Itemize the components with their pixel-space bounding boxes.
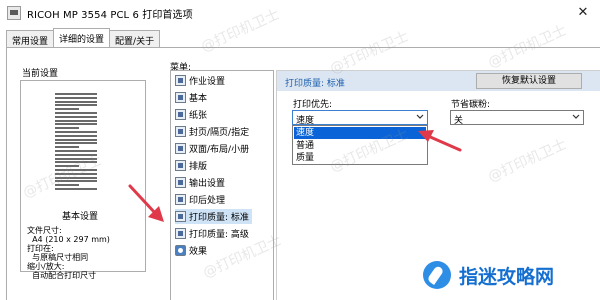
chevron-down-icon	[572, 114, 580, 119]
page-text-line	[55, 134, 97, 137]
page-text-line	[55, 161, 97, 164]
page-text-line	[55, 127, 79, 130]
page-text-line	[55, 165, 79, 168]
job-settings-icon	[175, 75, 186, 86]
print-quality-advanced-icon	[175, 228, 186, 239]
tab-bar: 常用设置 详细的设置 配置/关于	[6, 28, 161, 48]
menu-item-cover-sheet[interactable]: 封页/隔页/指定	[175, 124, 252, 139]
menu-item-duplex-layout[interactable]: 双面/布局/小册	[175, 141, 252, 156]
menu-item-effects[interactable]: 效果	[175, 243, 210, 258]
settings-summary: 文件尺寸: A4 (210 x 297 mm) 打印在: 与原稿尺寸相同 缩小/…	[27, 226, 110, 280]
cover-sheet-icon	[175, 126, 186, 137]
page-text-line	[55, 112, 97, 114]
page-text-line	[55, 93, 97, 95]
page-text-line	[55, 115, 97, 118]
chevron-down-icon	[416, 114, 424, 119]
basic-icon	[175, 92, 186, 103]
page-text-line	[55, 150, 97, 152]
duplex-layout-icon	[175, 143, 186, 154]
title-bar: RICOH MP 3554 PCL 6 打印首选项	[0, 0, 600, 26]
menu-item-output[interactable]: 输出设置	[175, 175, 228, 190]
option-quality[interactable]: 质量	[294, 152, 426, 164]
page-text-line	[55, 184, 79, 187]
page-preview-icon	[55, 93, 97, 191]
option-normal[interactable]: 普通	[294, 140, 426, 152]
menu-tree: 作业设置 基本 纸张 封页/隔页/指定 双面/布局/小册 排版 输出设置 印后处…	[170, 70, 274, 300]
menu-item-print-quality-standard[interactable]: 打印质量: 标准	[175, 209, 252, 224]
menu-item-basic[interactable]: 基本	[175, 90, 210, 105]
tab-common-settings[interactable]: 常用设置	[6, 30, 55, 47]
page-text-line	[55, 169, 97, 171]
annotation-arrow-icon	[128, 184, 164, 222]
page-text-line	[55, 176, 97, 179]
page-text-line	[55, 96, 97, 99]
print-priority-select[interactable]: 速度	[292, 110, 428, 126]
page-text-line	[55, 100, 97, 103]
output-icon	[175, 177, 186, 188]
effects-icon	[175, 245, 186, 256]
option-speed[interactable]: 速度	[294, 127, 426, 139]
print-priority-label: 打印优先:	[293, 100, 333, 110]
page-text-line	[55, 153, 97, 156]
current-settings-label: 当前设置	[22, 69, 59, 79]
summary-line: 打印在:	[27, 244, 54, 253]
menu-item-layout[interactable]: 排版	[175, 158, 210, 173]
page-text-line	[55, 123, 97, 126]
print-quality-icon	[175, 211, 186, 222]
menu-item-print-quality-advanced[interactable]: 打印质量: 高级	[175, 226, 252, 241]
summary-line: 文件尺寸:	[27, 226, 62, 235]
summary-line: 缩小/放大:	[27, 262, 65, 271]
toner-save-select[interactable]: 关	[450, 110, 584, 126]
summary-line: 自动配合打印尺寸	[27, 271, 97, 280]
page-text-line	[55, 146, 79, 149]
restore-defaults-button[interactable]: 恢复默认设置	[476, 73, 582, 89]
preview-title: 基本设置	[62, 212, 99, 222]
toner-save-label: 节省碳粉:	[451, 100, 491, 110]
menu-item-paper[interactable]: 纸张	[175, 107, 210, 122]
page-text-line	[55, 172, 97, 175]
page-text-line	[55, 157, 97, 160]
page-text-line	[55, 108, 79, 111]
page-text-line	[55, 188, 97, 190]
annotation-arrow-icon	[418, 130, 462, 152]
brand-name: 指迷攻略网	[459, 266, 555, 288]
finishing-icon	[175, 194, 186, 205]
summary-line: 与原稿尺寸相同	[27, 253, 89, 262]
brand-logo-icon	[423, 261, 451, 289]
layout-icon	[175, 160, 186, 171]
menu-item-job-settings[interactable]: 作业设置	[175, 73, 228, 88]
page-text-line	[55, 119, 97, 122]
close-button[interactable]: ✕	[574, 4, 592, 22]
printer-icon	[7, 6, 21, 20]
paper-icon	[175, 109, 186, 120]
window-title: RICOH MP 3554 PCL 6 打印首选项	[27, 9, 193, 21]
page-text-line	[55, 131, 97, 133]
summary-line: A4 (210 x 297 mm)	[27, 235, 110, 244]
tab-detailed-settings[interactable]: 详细的设置	[53, 28, 111, 47]
tab-config-about[interactable]: 配置/关于	[109, 30, 161, 47]
page-text-line	[55, 138, 97, 141]
toner-save-value: 关	[454, 116, 464, 126]
page-text-line	[55, 180, 97, 183]
print-priority-dropdown: 速度 普通 质量	[292, 125, 428, 165]
page-text-line	[55, 104, 97, 107]
menu-item-finishing[interactable]: 印后处理	[175, 192, 228, 207]
page-text-line	[55, 142, 97, 145]
section-title: 打印质量: 标准	[285, 79, 345, 89]
